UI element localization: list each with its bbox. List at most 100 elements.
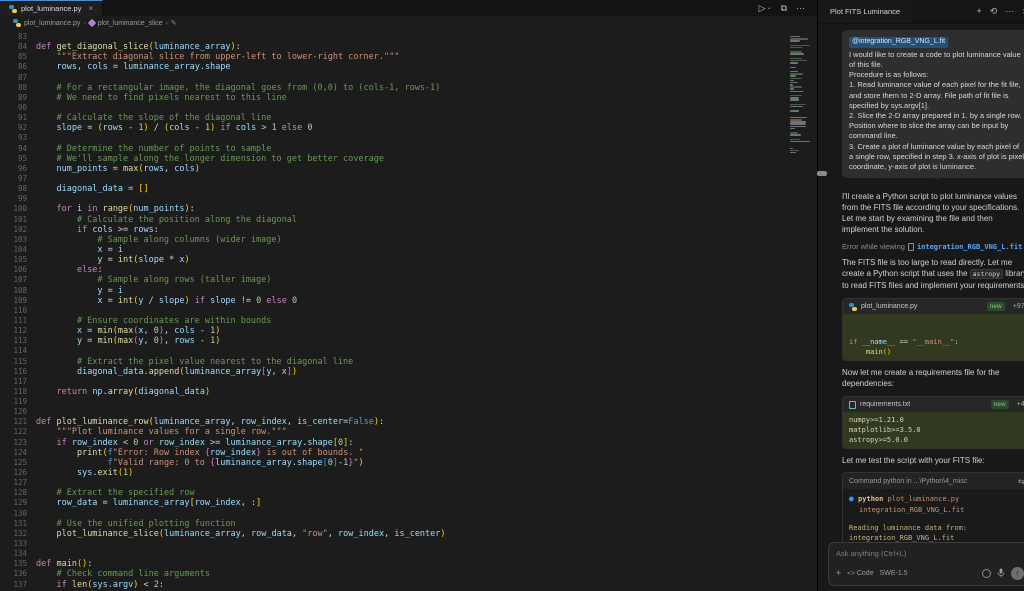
terminal-command: ● python plot_luminance.py integration_R…: [849, 494, 1024, 515]
split-editor-icon[interactable]: ⧉: [781, 4, 787, 13]
line-number: 113: [0, 336, 27, 346]
chat-input-box[interactable]: Ask anything (Ctrl+L) + <> Code SWE-1.5 …: [828, 542, 1024, 586]
mode-selector[interactable]: <> Code: [847, 570, 873, 577]
minimap-line: [790, 95, 802, 96]
code-line: def get_diagonal_slice(luminance_array):: [36, 42, 789, 52]
chat-input-footer: + <> Code SWE-1.5 ↑: [836, 567, 1024, 580]
minimap-line: [790, 45, 810, 46]
minimap-line: [790, 40, 800, 41]
line-number: 87: [0, 73, 27, 83]
code-line: x = min(max(x, 0), cols - 1): [36, 326, 789, 336]
user-message-paragraph: I would like to create a code to plot lu…: [849, 50, 1024, 70]
line-number: 136: [0, 569, 27, 579]
minimap-line: [790, 84, 793, 85]
collapse-chevron-icon[interactable]: ⌃: [842, 179, 1024, 185]
error-while-viewing-row[interactable]: Error while viewing integration_RGB_VNG_…: [842, 242, 1024, 251]
line-number: 100: [0, 204, 27, 214]
code-line: """Extract diagonal slice from upper-lef…: [36, 52, 789, 62]
terminal-header[interactable]: Command python in ...\Python\4_misc ⇆: [843, 473, 1024, 489]
code-line: return np.array(diagonal_data): [36, 387, 789, 397]
code-line: # We need to find pixels nearest to this…: [36, 93, 789, 103]
more-actions-icon[interactable]: ···: [796, 4, 805, 13]
minimap-line: [790, 132, 798, 133]
code-line: [36, 32, 789, 42]
minimap-line: [790, 119, 802, 120]
line-number: 123: [0, 438, 27, 448]
run-dropdown-icon[interactable]: ⌄: [767, 5, 772, 11]
chat-message-list[interactable]: @integration_RGB_VNG_L.fit I would like …: [818, 24, 1024, 591]
line-number: 117: [0, 377, 27, 387]
code-area[interactable]: def get_diagonal_slice(luminance_array):…: [36, 32, 789, 591]
more-icon[interactable]: ···: [1005, 7, 1014, 16]
diff-card-header[interactable]: plot_luminance.py new +97: [843, 299, 1024, 314]
minimap-line: [790, 148, 793, 149]
minimap-line: [790, 36, 800, 37]
line-number: 121: [0, 417, 27, 427]
new-badge: new: [991, 400, 1009, 409]
text-file-icon: [849, 401, 856, 409]
code-line: # Extract the specified row: [36, 488, 789, 498]
panel-resize-handle[interactable]: [817, 171, 827, 176]
open-in-terminal-icon[interactable]: ⇆: [1018, 477, 1024, 486]
diff-card-code: numpy>=1.21.0matplotlib>=3.5.0astropy>=5…: [843, 412, 1024, 448]
chat-tab-title[interactable]: Plot FITS Luminance: [818, 0, 912, 23]
tab-close-icon[interactable]: ×: [88, 4, 93, 13]
added-lines-count: +97: [1013, 303, 1024, 310]
run-python-button[interactable]: ▷⌄: [759, 4, 772, 13]
line-number: 128: [0, 488, 27, 498]
line-number: 119: [0, 397, 27, 407]
diff-code-line: numpy>=1.21.0: [849, 415, 1024, 425]
line-number: 106: [0, 265, 27, 275]
breadcrumb-file[interactable]: plot_luminance.py: [24, 20, 80, 27]
code-line: [36, 174, 789, 184]
code-line: [36, 478, 789, 488]
line-number: 120: [0, 407, 27, 417]
code-line: rows, cols = luminance_array.shape: [36, 62, 789, 72]
diff-code-line: [849, 327, 1024, 337]
code-editor[interactable]: 8384858687888990919293949596979899100101…: [0, 30, 817, 591]
model-selector[interactable]: SWE-1.5: [880, 570, 908, 577]
code-line: plot_luminance_slice(luminance_array, ro…: [36, 529, 789, 539]
chat-header-actions: + ⟲ ··· ✕: [976, 7, 1024, 16]
line-number: 92: [0, 123, 27, 133]
app-window: plot_luminance.py × ▷⌄ ⧉ ··· plot_lumina…: [0, 0, 1024, 591]
code-line: y = min(max(y, 0), rows - 1): [36, 336, 789, 346]
add-context-button[interactable]: +: [836, 569, 841, 578]
code-line: y = int(slope * x): [36, 255, 789, 265]
minimap[interactable]: [789, 32, 811, 591]
usage-circle-icon[interactable]: [982, 569, 991, 578]
new-chat-icon[interactable]: +: [976, 7, 981, 16]
line-number: 95: [0, 154, 27, 164]
editor-scrollbar[interactable]: [811, 32, 817, 591]
diff-card-requirements[interactable]: requirements.txt new +4 numpy>=1.21.0mat…: [842, 396, 1024, 449]
line-number: 115: [0, 357, 27, 367]
mic-icon[interactable]: [997, 568, 1005, 580]
code-line: # We'll sample along the longer dimensio…: [36, 154, 789, 164]
chat-panel: Plot FITS Luminance + ⟲ ··· ✕ @integrati…: [818, 0, 1024, 591]
code-line: x = i: [36, 245, 789, 255]
send-button[interactable]: ↑: [1011, 567, 1024, 580]
chat-input-placeholder[interactable]: Ask anything (Ctrl+L): [836, 549, 1024, 558]
tab-plot-luminance-py[interactable]: plot_luminance.py ×: [0, 0, 103, 16]
symbol-pen-icon: ✎: [171, 19, 177, 27]
diff-card-plot-luminance[interactable]: plot_luminance.py new +97 if __name__ ==…: [842, 298, 1024, 361]
minimap-line: [790, 88, 794, 89]
minimap-line: [790, 141, 810, 142]
minimap-line: [790, 91, 803, 92]
diff-card-header[interactable]: requirements.txt new +4: [843, 397, 1024, 412]
minimap-line: [790, 51, 802, 52]
code-line: if len(sys.argv) < 2:: [36, 580, 789, 590]
code-line: print(f"Error: Row index {row_index} is …: [36, 448, 789, 458]
code-line: [36, 194, 789, 204]
error-file-link[interactable]: integration_RGB_VNG_L.fit: [917, 243, 1022, 251]
minimap-line: [790, 71, 798, 72]
minimap-line: [790, 110, 799, 111]
code-line: # Extract the pixel value nearest to the…: [36, 357, 789, 367]
history-icon[interactable]: ⟲: [990, 7, 998, 16]
line-number: 91: [0, 113, 27, 123]
line-number: 114: [0, 346, 27, 356]
file-mention-chip[interactable]: @integration_RGB_VNG_L.fit: [849, 37, 948, 48]
breadcrumb-symbol[interactable]: plot_luminance_slice: [98, 20, 163, 27]
code-line: for i in range(num_points):: [36, 204, 789, 214]
minimap-line: [790, 106, 803, 107]
